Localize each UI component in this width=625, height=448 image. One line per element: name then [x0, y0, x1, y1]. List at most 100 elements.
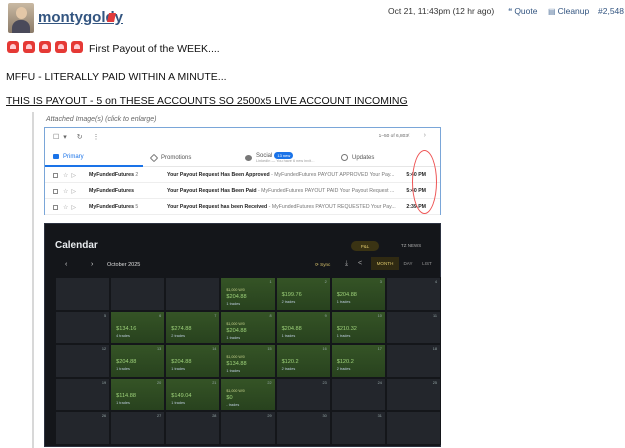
day-number: 20	[157, 380, 162, 385]
day-number: 8	[269, 313, 272, 318]
calendar-day-cell: 22 $1,000 W/0 $0- trades	[220, 377, 276, 412]
day-trades: 4 trades	[116, 333, 130, 338]
day-number: 10	[377, 313, 382, 318]
star-icon: ☆	[63, 172, 69, 179]
day-trades: 1 trades	[226, 369, 241, 374]
day-number: 2	[324, 280, 327, 284]
day-balance: $1,000 W/0	[226, 288, 245, 292]
day-number: 14	[212, 347, 217, 352]
calendar-screenshot[interactable]: Calendar P&L TZ NEWS ‹ › October 2025 ⟳ …	[44, 223, 441, 447]
email-subject: Your Payout Request has been Received - …	[167, 204, 396, 210]
day-number: 15	[267, 347, 272, 352]
social-badge: 13 new	[274, 152, 294, 159]
day-pnl: $134.88	[226, 361, 247, 368]
inbox-icon	[53, 154, 59, 159]
prev-month-icon: ‹	[65, 261, 68, 268]
day-number: 13	[157, 347, 162, 352]
avatar[interactable]	[8, 3, 34, 33]
inbox-tabs: Primary Promotions Social 13 new LinkedIn …	[45, 148, 440, 167]
calendar-day-cell: 11	[385, 310, 441, 345]
tab-promotions: Promotions	[149, 148, 191, 167]
day-number: 29	[267, 414, 272, 419]
calendar-day-cell: 13 $204.88 1 trades	[110, 344, 166, 378]
day-number: 31	[377, 414, 382, 419]
inbox-range: 1–50 of 6,803	[378, 134, 408, 139]
day-number: 27	[157, 414, 162, 419]
tz-news: TZ NEWS	[401, 243, 422, 248]
day-number: 7	[214, 313, 217, 318]
pagination-arrows: ‹ ›	[407, 132, 432, 139]
post-number-link[interactable]: #2,548	[598, 6, 624, 16]
day-number: 30	[322, 414, 327, 419]
day-number: 1	[269, 280, 272, 284]
calendar-day-cell: 15 $1,000 W/0 $134.88 1 trades	[220, 344, 276, 378]
inbox-toolbar: ☐▾ ↻ ⋮ 1–50 of 6,803 ‹ ›	[45, 128, 440, 146]
day-pnl: $149.04	[171, 392, 192, 399]
calendar-day-cell: 4	[385, 277, 441, 311]
important-icon: ▷	[71, 204, 77, 211]
calendar-day-cell: 8 $1,000 W/0 $204.88 1 trades	[220, 310, 276, 345]
day-number: 11	[433, 313, 437, 318]
red-circle-annotation	[412, 150, 437, 214]
people-icon	[245, 154, 252, 161]
day-trades: 1 trades	[336, 300, 351, 304]
day-number: 22	[267, 380, 272, 385]
cleanup-button[interactable]: ▤ Cleanup	[548, 6, 589, 16]
day-pnl: $204.88	[336, 292, 357, 298]
cleanup-icon: ▤	[548, 6, 556, 16]
day-number: 5	[104, 313, 107, 318]
view-list: LIST	[422, 261, 432, 266]
calendar-day-cell: 24	[330, 377, 386, 412]
calendar-day-cell: 23	[275, 377, 331, 412]
calendar-day-cell: 20 $114.88 1 trades	[110, 377, 166, 412]
view-month: MONTH	[371, 257, 399, 270]
checkbox-icon	[53, 188, 58, 194]
calendar-day-cell: 26	[55, 411, 111, 445]
calendar-day-cell: 21 $149.04 1 trades	[165, 377, 221, 412]
day-number: 4	[434, 280, 437, 284]
calendar-day-cell: 3 $204.88 1 trades	[330, 277, 386, 311]
siren-emojis	[7, 41, 83, 53]
day-trades: 1 trades	[281, 333, 296, 338]
day-pnl: $120.2	[336, 359, 354, 366]
sync-button: ⟳ Sync	[315, 262, 331, 267]
day-number: 19	[101, 380, 107, 385]
toolbar-icons: ☐▾ ↻ ⋮	[53, 134, 104, 141]
day-pnl: $120.2	[281, 359, 299, 366]
calendar-day-cell: 10 $210.32 1 trades	[330, 310, 386, 345]
view-day: DAY	[403, 261, 413, 266]
day-pnl: $199.76	[281, 292, 302, 298]
day-number: 9	[324, 313, 327, 318]
email-sender: MyFundedFutures	[89, 188, 134, 194]
calendar-day-cell: 2 $199.76 2 trades	[275, 277, 331, 311]
day-trades: - trades	[226, 402, 240, 407]
day-trades: 1 trades	[116, 400, 130, 405]
day-number: 23	[322, 380, 327, 385]
day-trades: 1 trades	[116, 367, 130, 372]
calendar-day-cell: 6 $134.16 4 trades	[110, 310, 166, 345]
day-trades: 1 trades	[226, 335, 241, 340]
important-icon: ▷	[71, 188, 77, 195]
day-pnl: $114.88	[116, 392, 136, 399]
quote-icon: ❝	[508, 6, 513, 16]
info-icon	[341, 154, 348, 161]
quote-button[interactable]: ❝ Quote	[508, 6, 537, 16]
day-number: 24	[377, 380, 382, 385]
day-pnl: $204.88	[171, 359, 192, 366]
inbox-screenshot[interactable]: ☐▾ ↻ ⋮ 1–50 of 6,803 ‹ › Primary Promoti…	[44, 127, 441, 215]
day-number: 28	[212, 414, 217, 419]
day-trades: 1 trades	[171, 367, 186, 372]
download-icon: ⤓	[345, 260, 349, 267]
calendar-day-cell	[165, 277, 221, 311]
attachment-block: Attached Image(s) (click to enlarge) ☐▾ …	[32, 112, 442, 448]
calendar-day-cell: 18	[385, 344, 441, 378]
calendar-day-cell: 17 $120.2 2 trades	[330, 344, 386, 378]
calendar-day-cell: 19	[55, 377, 111, 412]
day-balance: $1,000 W/0	[226, 321, 245, 326]
email-sender: MyFundedFutures 5	[89, 204, 139, 210]
email-row: ☆ ▷ MyFundedFutures 5 Your Payout Request h…	[45, 200, 440, 215]
calendar-title: Calendar	[55, 240, 98, 251]
siren-icon	[7, 41, 19, 53]
attachment-label[interactable]: Attached Image(s) (click to enlarge)	[46, 116, 157, 123]
checkbox-icon	[53, 172, 58, 178]
